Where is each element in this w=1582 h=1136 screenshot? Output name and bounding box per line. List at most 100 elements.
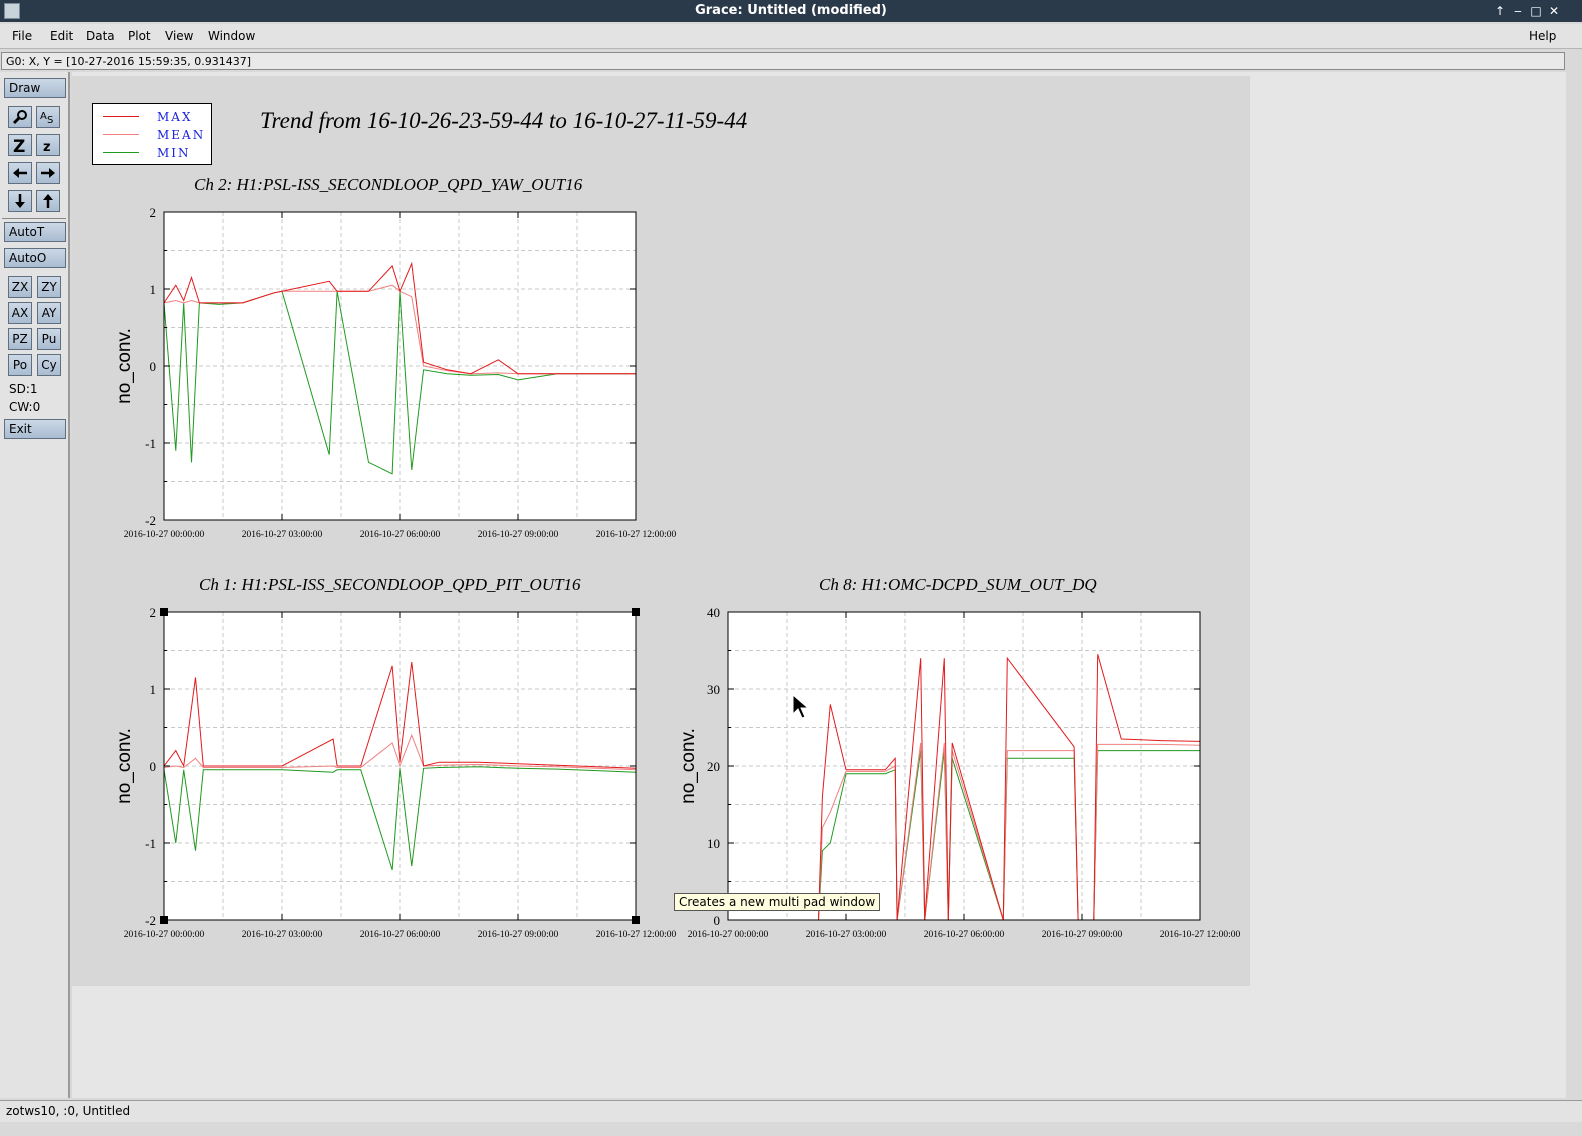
autoscale-icon: AS	[40, 111, 53, 125]
x-tick-label: 2016-10-27 09:00:00	[1042, 930, 1123, 940]
pz-button[interactable]: PZ	[8, 328, 32, 350]
zoom-out-icon: z	[43, 140, 51, 153]
x-tick-label: 2016-10-27 00:00:00	[688, 930, 769, 940]
y-tick-label: 30	[707, 682, 720, 697]
scroll-up-button[interactable]	[36, 190, 60, 212]
legend-label-mean: MEAN	[157, 128, 206, 142]
selection-handle	[160, 608, 168, 616]
y-tick-label: -1	[145, 836, 156, 851]
x-tick-label: 2016-10-27 12:00:00	[596, 930, 677, 940]
close-window-icon[interactable]: ✕	[1546, 3, 1562, 19]
svg-text:z: z	[43, 140, 51, 153]
window-title: Grace: Untitled (modified)	[695, 3, 887, 18]
po-button[interactable]: Po	[8, 354, 32, 376]
legend-swatch-mean	[103, 134, 139, 135]
x-tick-label: 2016-10-27 00:00:00	[124, 530, 205, 540]
selection-handle	[632, 608, 640, 616]
x-tick-label: 2016-10-27 06:00:00	[360, 530, 441, 540]
menu-file[interactable]: File	[12, 29, 32, 43]
exit-button[interactable]: Exit	[4, 419, 66, 439]
selection-handle	[160, 916, 168, 924]
current-world-label: CW:0	[9, 400, 41, 414]
autoo-button[interactable]: AutoO	[4, 248, 66, 268]
x-tick-label: 2016-10-27 03:00:00	[242, 930, 323, 940]
magnifier-icon	[12, 110, 27, 125]
selection-handle	[632, 916, 640, 924]
zoom-out-button[interactable]: z	[36, 134, 60, 156]
autot-button[interactable]: AutoT	[4, 222, 66, 242]
set-default-label: SD:1	[9, 382, 38, 396]
legend-label-min: MIN	[157, 146, 191, 160]
x-tick-label: 2016-10-27 09:00:00	[478, 530, 559, 540]
y-tick-label: 0	[150, 359, 157, 374]
pu-button[interactable]: Pu	[37, 328, 61, 350]
legend-item-min: MIN	[101, 146, 209, 160]
x-tick-label: 2016-10-27 12:00:00	[1160, 930, 1241, 940]
menu-edit[interactable]: Edit	[50, 29, 73, 43]
menu-bar: File Edit Data Plot View Window Help	[0, 24, 1582, 49]
tooltip: Creates a new multi pad window	[674, 893, 881, 911]
arrow-right-icon	[41, 168, 55, 178]
arrow-left-icon	[13, 168, 27, 178]
scroll-down-button[interactable]	[8, 190, 32, 212]
y-tick-label: -1	[145, 436, 156, 451]
chart-svg: 2 1 0 -1 -2 2016-10-27 00:00:00 2016-10-27 03:…	[114, 205, 676, 540]
menu-view[interactable]: View	[165, 29, 193, 43]
y-axis-label: no_conv.	[114, 728, 135, 804]
x-tick-label: 2016-10-27 00:00:00	[124, 930, 205, 940]
svg-text:A: A	[40, 111, 47, 122]
y-tick-label: 0	[714, 913, 721, 928]
legend-item-mean: MEAN	[101, 128, 209, 142]
ax-button[interactable]: AX	[8, 302, 32, 324]
legend-swatch-min	[103, 152, 139, 153]
chart-panel-pit[interactable]: Ch 1: H1:PSL-ISS_SECONDLOOP_QPD_PIT_OUT1…	[110, 570, 700, 950]
mouse-pointer-icon	[792, 694, 810, 719]
locator-bar: G0: X, Y = [10-27-2016 15:59:35, 0.93143…	[1, 52, 1565, 70]
plot-title: Trend from 16-10-26-23-59-44 to 16-10-27…	[260, 108, 748, 133]
zoom-in-button[interactable]: Z	[8, 134, 32, 156]
y-tick-label: 1	[150, 282, 157, 297]
zoom-button[interactable]	[8, 106, 32, 128]
raise-window-icon[interactable]: ↑	[1492, 3, 1508, 19]
menu-plot[interactable]: Plot	[128, 29, 151, 43]
y-axis-label: no_conv.	[678, 728, 699, 804]
minimize-window-icon[interactable]: ‒	[1510, 3, 1526, 19]
ay-button[interactable]: AY	[37, 302, 61, 324]
zoom-in-icon: Z	[13, 137, 25, 153]
scroll-left-button[interactable]	[8, 162, 32, 184]
menu-data[interactable]: Data	[86, 29, 115, 43]
x-tick-label: 2016-10-27 03:00:00	[242, 530, 323, 540]
menu-window[interactable]: Window	[208, 29, 255, 43]
arrow-up-icon	[43, 194, 53, 208]
x-tick-label: 2016-10-27 03:00:00	[806, 930, 887, 940]
title-bar: Grace: Untitled (modified) ↑ ‒ □ ✕	[0, 0, 1582, 22]
menu-help[interactable]: Help	[1529, 29, 1556, 43]
legend[interactable]: MAX MEAN MIN	[92, 103, 212, 165]
toolbar-divider	[2, 218, 66, 219]
tool-panel: Draw AS Z z AutoT AutoO ZX ZY AX AY PZ P…	[0, 72, 70, 1098]
scroll-right-button[interactable]	[36, 162, 60, 184]
y-axis-label: no_conv.	[114, 328, 135, 404]
zy-button[interactable]: ZY	[37, 276, 61, 298]
zx-button[interactable]: ZX	[8, 276, 32, 298]
x-tick-label: 2016-10-27 06:00:00	[924, 930, 1005, 940]
chart-panel-yaw[interactable]: Ch 2: H1:PSL-ISS_SECONDLOOP_QPD_YAW_OUT1…	[110, 170, 700, 550]
maximize-window-icon[interactable]: □	[1528, 3, 1544, 19]
y-tick-label: -2	[145, 913, 156, 928]
legend-label-max: MAX	[157, 110, 193, 124]
autoscale-button[interactable]: AS	[36, 106, 60, 128]
x-tick-label: 2016-10-27 06:00:00	[360, 930, 441, 940]
draw-button[interactable]: Draw	[4, 78, 66, 98]
y-tick-label: 1	[150, 682, 157, 697]
cy-button[interactable]: Cy	[37, 354, 61, 376]
status-bar: zotws10, :0, Untitled	[0, 1100, 1582, 1122]
svg-text:Z: Z	[13, 137, 25, 153]
legend-item-max: MAX	[101, 110, 209, 124]
y-tick-label: 40	[707, 605, 720, 620]
y-tick-label: 0	[150, 759, 157, 774]
chart-svg: 2 1 0 -1 -2 2016-10-27 00:00:00 2016-10-27 03:…	[114, 605, 677, 940]
arrow-down-icon	[15, 194, 25, 208]
y-tick-label: 10	[707, 836, 720, 851]
y-tick-label: 2	[150, 605, 157, 620]
legend-swatch-max	[103, 116, 139, 117]
